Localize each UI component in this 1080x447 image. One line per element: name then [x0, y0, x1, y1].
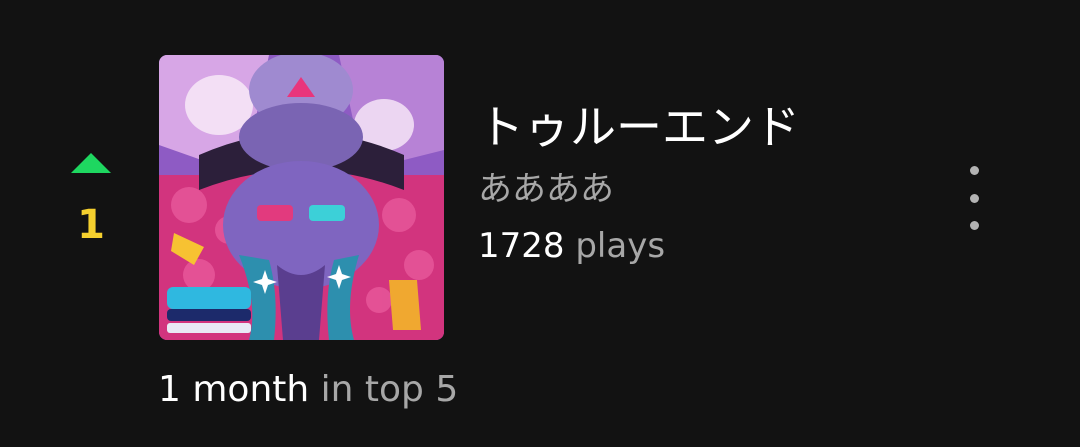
album-art-image: [159, 55, 444, 340]
more-vertical-icon: [969, 166, 979, 175]
triangle-up-icon: [71, 153, 111, 173]
time-in-chart-suffix: in top 5: [320, 369, 459, 410]
more-options-button[interactable]: [954, 166, 994, 230]
album-cover[interactable]: [159, 55, 444, 340]
track-info: トゥルーエンド ああああ 1728 plays: [478, 100, 800, 267]
play-count-value: 1728: [478, 225, 565, 266]
more-vertical-icon-dot: [969, 221, 979, 230]
rank-number: 1: [77, 202, 105, 248]
track-title[interactable]: トゥルーエンド: [478, 100, 800, 155]
time-in-chart-amount: 1 month: [158, 369, 310, 410]
top-track-row[interactable]: 1 トゥルーエンド ああああ 1728 plays 1 month in top…: [0, 0, 1080, 447]
rank-indicator: 1: [60, 150, 122, 245]
more-vertical-icon-dot: [969, 193, 979, 203]
time-in-chart: 1 month in top 5: [158, 368, 458, 411]
track-artist[interactable]: ああああ: [478, 169, 800, 210]
play-count: 1728 plays: [478, 226, 800, 267]
play-count-label: plays: [575, 225, 666, 266]
